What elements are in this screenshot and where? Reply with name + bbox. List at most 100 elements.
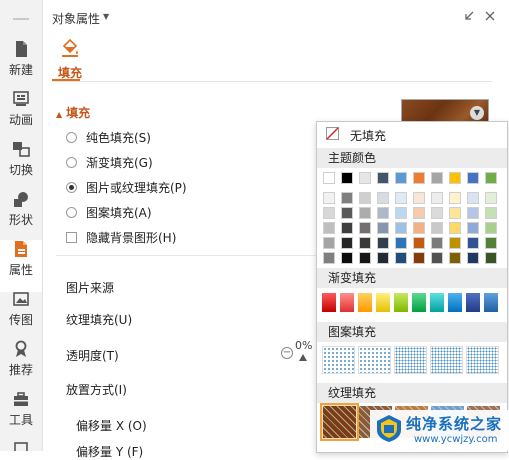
chevron-down-icon[interactable]: ▼ xyxy=(470,106,484,120)
radio-button[interactable] xyxy=(66,132,77,143)
theme-shade-swatch[interactable] xyxy=(485,207,497,219)
pattern-swatch[interactable] xyxy=(466,346,499,374)
theme-shade-swatch[interactable] xyxy=(413,252,425,264)
panel-title[interactable]: 对象属性 xyxy=(52,10,100,27)
theme-shade-swatch[interactable] xyxy=(485,222,497,234)
tab-fill[interactable]: 填充 xyxy=(52,38,88,81)
chevron-down-icon[interactable]: ▼ xyxy=(103,12,109,21)
theme-shade-swatch[interactable] xyxy=(449,222,461,234)
theme-color-swatch[interactable] xyxy=(413,172,425,184)
theme-shade-swatch[interactable] xyxy=(395,222,407,234)
theme-shade-swatch[interactable] xyxy=(449,207,461,219)
theme-color-swatch[interactable] xyxy=(485,172,497,184)
theme-shade-swatch[interactable] xyxy=(341,207,353,219)
theme-shade-swatch[interactable] xyxy=(323,237,335,249)
gradient-swatch[interactable] xyxy=(412,293,426,312)
minus-icon[interactable]: − xyxy=(281,347,293,359)
theme-shade-swatch[interactable] xyxy=(467,222,479,234)
theme-shade-swatch[interactable] xyxy=(449,252,461,264)
dock-icon[interactable] xyxy=(463,10,475,22)
section-header-fill[interactable]: ▲ 填充 xyxy=(56,104,90,121)
radio-gradient-fill[interactable]: 渐变填充(G) xyxy=(66,154,153,172)
gradient-swatch[interactable] xyxy=(376,293,390,312)
theme-shade-swatch[interactable] xyxy=(323,207,335,219)
theme-color-swatch[interactable] xyxy=(395,172,407,184)
gradient-swatch[interactable] xyxy=(322,293,336,312)
sidebar-item-upload-image[interactable]: 传图 xyxy=(0,290,42,342)
theme-shade-swatch[interactable] xyxy=(467,252,479,264)
checkbox-hide-background[interactable]: 隐藏背景图形(H) xyxy=(66,229,176,247)
theme-shade-swatch[interactable] xyxy=(395,192,407,204)
radio-solid-fill[interactable]: 纯色填充(S) xyxy=(66,129,151,147)
theme-shade-swatch[interactable] xyxy=(323,252,335,264)
theme-shade-swatch[interactable] xyxy=(359,192,371,204)
pattern-swatch[interactable] xyxy=(358,346,391,374)
theme-shade-swatch[interactable] xyxy=(323,192,335,204)
theme-shade-swatch[interactable] xyxy=(431,207,443,219)
theme-shade-swatch[interactable] xyxy=(449,192,461,204)
theme-color-swatch[interactable] xyxy=(449,172,461,184)
slider-thumb[interactable] xyxy=(299,354,307,361)
theme-shade-swatch[interactable] xyxy=(485,252,497,264)
gradient-swatch[interactable] xyxy=(358,293,372,312)
texture-swatch[interactable] xyxy=(323,406,356,438)
theme-shade-swatch[interactable] xyxy=(485,237,497,249)
gradient-swatch[interactable] xyxy=(394,293,408,312)
theme-color-swatch[interactable] xyxy=(377,172,389,184)
gradient-swatch[interactable] xyxy=(430,293,444,312)
radio-button[interactable] xyxy=(66,157,77,168)
radio-picture-texture-fill[interactable]: 图片或纹理填充(P) xyxy=(66,179,187,197)
theme-shade-swatch[interactable] xyxy=(395,207,407,219)
theme-shade-swatch[interactable] xyxy=(323,222,335,234)
checkbox[interactable] xyxy=(66,232,77,243)
theme-shade-swatch[interactable] xyxy=(431,237,443,249)
theme-shade-swatch[interactable] xyxy=(377,207,389,219)
theme-shade-swatch[interactable] xyxy=(377,252,389,264)
theme-shade-swatch[interactable] xyxy=(467,237,479,249)
pattern-swatch[interactable] xyxy=(430,346,463,374)
theme-shade-swatch[interactable] xyxy=(449,237,461,249)
sidebar-item-properties[interactable]: 属性 xyxy=(0,240,42,292)
gradient-swatch[interactable] xyxy=(484,293,498,312)
theme-shade-swatch[interactable] xyxy=(431,222,443,234)
radio-pattern-fill[interactable]: 图案填充(A) xyxy=(66,204,152,222)
theme-shade-swatch[interactable] xyxy=(467,192,479,204)
sidebar-item-shape[interactable]: 形状 xyxy=(0,190,42,242)
theme-shade-swatch[interactable] xyxy=(413,222,425,234)
transparency-slider[interactable]: − 0% xyxy=(281,339,315,364)
close-icon[interactable] xyxy=(484,10,496,22)
theme-color-swatch[interactable] xyxy=(359,172,371,184)
sidebar-item-recommend[interactable]: 推荐 xyxy=(0,340,42,392)
theme-shade-swatch[interactable] xyxy=(341,222,353,234)
theme-shade-swatch[interactable] xyxy=(359,222,371,234)
theme-shade-swatch[interactable] xyxy=(467,207,479,219)
theme-shade-swatch[interactable] xyxy=(359,207,371,219)
pattern-swatch[interactable] xyxy=(322,346,355,374)
sidebar-item-tools[interactable]: 工具 xyxy=(0,390,42,442)
radio-button-selected[interactable] xyxy=(66,182,77,193)
theme-shade-swatch[interactable] xyxy=(413,237,425,249)
gradient-swatch[interactable] xyxy=(448,293,462,312)
pattern-swatch[interactable] xyxy=(394,346,427,374)
sidebar-item-new[interactable]: 新建 xyxy=(0,40,42,92)
theme-color-swatch[interactable] xyxy=(341,172,353,184)
theme-shade-swatch[interactable] xyxy=(377,222,389,234)
theme-shade-swatch[interactable] xyxy=(377,237,389,249)
theme-shade-swatch[interactable] xyxy=(485,192,497,204)
theme-shade-swatch[interactable] xyxy=(431,252,443,264)
theme-shade-swatch[interactable] xyxy=(431,192,443,204)
theme-color-swatch[interactable] xyxy=(323,172,335,184)
theme-shade-swatch[interactable] xyxy=(359,252,371,264)
theme-shade-swatch[interactable] xyxy=(413,192,425,204)
theme-shade-swatch[interactable] xyxy=(377,192,389,204)
theme-color-swatch[interactable] xyxy=(431,172,443,184)
theme-shade-swatch[interactable] xyxy=(341,252,353,264)
gradient-swatch[interactable] xyxy=(340,293,354,312)
radio-button[interactable] xyxy=(66,207,77,218)
theme-shade-swatch[interactable] xyxy=(395,237,407,249)
no-fill-option[interactable]: 无填充 xyxy=(317,122,507,146)
theme-shade-swatch[interactable] xyxy=(359,237,371,249)
theme-shade-swatch[interactable] xyxy=(341,237,353,249)
theme-color-swatch[interactable] xyxy=(467,172,479,184)
sidebar-item-more[interactable] xyxy=(12,440,30,451)
